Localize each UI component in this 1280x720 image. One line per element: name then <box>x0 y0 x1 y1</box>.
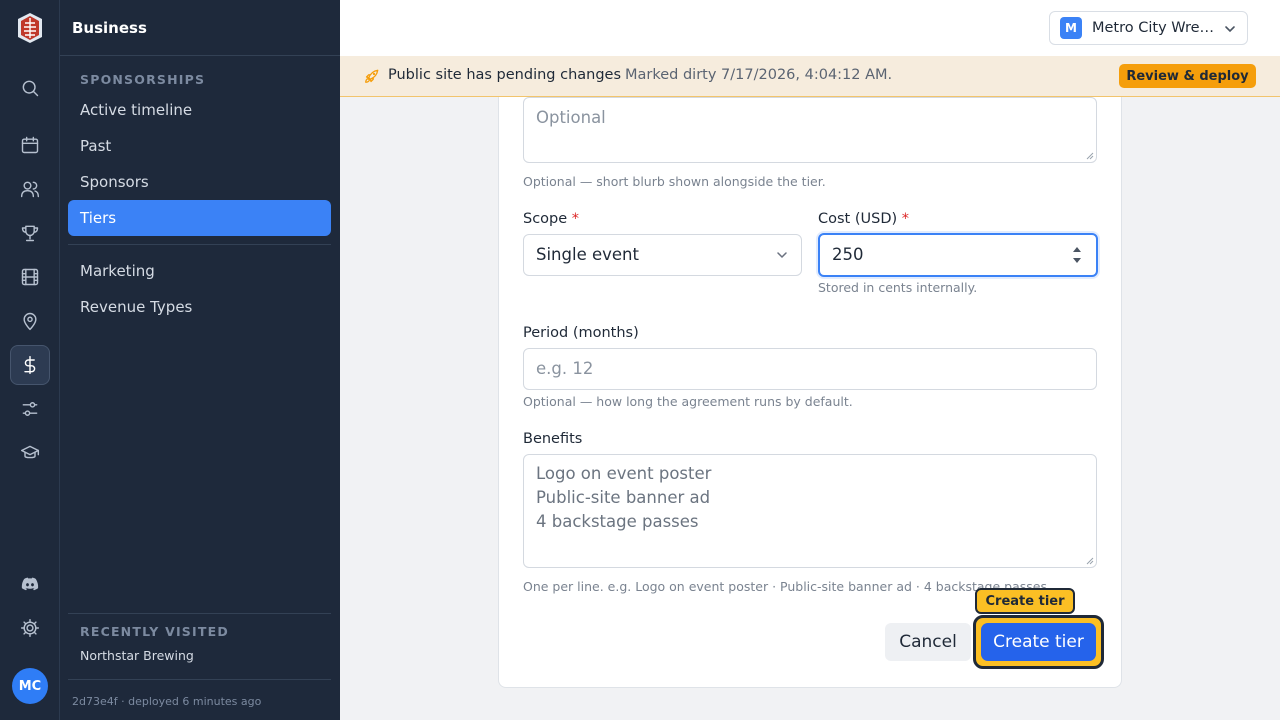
app-logo-icon[interactable] <box>16 12 44 44</box>
description-hint: Optional — short blurb shown alongside t… <box>523 174 826 189</box>
required-mark: * <box>571 211 580 227</box>
benefits-textarea[interactable]: Logo on event poster Public-site banner … <box>523 454 1097 568</box>
sidebar-group-label: SPONSORSHIPS <box>80 72 206 87</box>
period-hint: Optional — how long the agreement runs b… <box>523 394 853 409</box>
banner-detail: Marked dirty 7/17/2026, 4:04:12 AM. <box>625 67 893 83</box>
description-textarea[interactable]: Optional <box>523 97 1097 163</box>
scope-value: Single event <box>536 245 639 264</box>
create-tier-button[interactable]: Create tier <box>981 623 1096 661</box>
calendar-icon[interactable] <box>10 125 50 165</box>
benefits-label: Benefits <box>523 431 583 447</box>
benefits-placeholder-line: 4 backstage passes <box>536 512 699 531</box>
sidebar-divider <box>68 613 331 614</box>
user-avatar[interactable]: MC <box>12 668 48 704</box>
benefits-hint: One per line. e.g. Logo on event poster … <box>523 579 1047 594</box>
sidebar-item-active-timeline[interactable]: Active timeline <box>68 92 331 128</box>
resize-handle-icon[interactable] <box>1086 557 1094 565</box>
description-placeholder: Optional <box>536 108 606 127</box>
cost-value: 250 <box>832 245 864 264</box>
sliders-icon[interactable] <box>10 389 50 429</box>
period-input[interactable]: e.g. 12 <box>523 348 1097 390</box>
org-name: Metro City Wrestling <box>1092 20 1220 36</box>
org-badge: M <box>1060 17 1082 39</box>
create-tier-highlight: Create tier <box>973 615 1104 669</box>
recently-visited-label: RECENTLY VISITED <box>80 624 229 639</box>
deploy-info: 2d73e4f · deployed 6 minutes ago <box>72 695 262 708</box>
sidebar-divider <box>68 679 331 680</box>
sidebar-item-marketing[interactable]: Marketing <box>68 253 331 289</box>
chevron-down-icon <box>1225 26 1235 33</box>
review-deploy-button[interactable]: Review & deploy <box>1119 64 1256 88</box>
settings-icon[interactable] <box>10 608 50 648</box>
benefits-placeholder-line: Public-site banner ad <box>536 488 711 507</box>
scope-select[interactable]: Single event <box>523 234 802 276</box>
tier-form-card: Optional Optional — short blurb shown al… <box>498 97 1122 688</box>
sidebar-title: Business <box>72 18 147 37</box>
sidebar-item-tiers[interactable]: Tiers <box>68 200 331 236</box>
film-icon[interactable] <box>10 257 50 297</box>
cost-input[interactable]: 250 <box>818 233 1098 277</box>
icon-rail: MC <box>0 0 60 720</box>
trophy-icon[interactable] <box>10 213 50 253</box>
period-label: Period (months) <box>523 325 639 341</box>
period-placeholder: e.g. 12 <box>536 359 594 378</box>
cancel-button[interactable]: Cancel <box>885 623 971 661</box>
resize-handle-icon[interactable] <box>1086 152 1094 160</box>
number-stepper-icon[interactable] <box>1072 245 1082 265</box>
users-icon[interactable] <box>10 169 50 209</box>
sidebar-item-past[interactable]: Past <box>68 128 331 164</box>
pending-changes-banner: Public site has pending changes Marked d… <box>340 56 1280 97</box>
cost-label: Cost (USD) * <box>818 211 910 227</box>
create-tier-tooltip: Create tier <box>975 588 1075 614</box>
sidebar-divider <box>68 244 331 245</box>
scope-label: Scope * <box>523 211 580 227</box>
search-icon[interactable] <box>10 68 50 108</box>
sidebar-header: Business <box>60 0 340 56</box>
sidebar-item-sponsors[interactable]: Sponsors <box>68 164 331 200</box>
top-bar: M Metro City Wrestling <box>340 0 1280 56</box>
recent-item[interactable]: Northstar Brewing <box>80 648 194 663</box>
rocket-icon <box>365 69 379 83</box>
sidebar-item-revenue-types[interactable]: Revenue Types <box>68 289 331 325</box>
benefits-placeholder-line: Logo on event poster <box>536 464 712 483</box>
dollar-icon[interactable] <box>10 345 50 385</box>
map-pin-icon[interactable] <box>10 301 50 341</box>
graduation-cap-icon[interactable] <box>10 433 50 473</box>
org-switcher[interactable]: M Metro City Wrestling <box>1049 11 1248 45</box>
banner-message: Public site has pending changes <box>388 67 622 83</box>
chevron-down-icon <box>777 252 787 259</box>
section-sidebar: Business SPONSORSHIPS Active timeline Pa… <box>60 0 340 720</box>
required-mark: * <box>901 211 910 227</box>
cost-hint: Stored in cents internally. <box>818 280 978 295</box>
discord-icon[interactable] <box>10 564 50 604</box>
